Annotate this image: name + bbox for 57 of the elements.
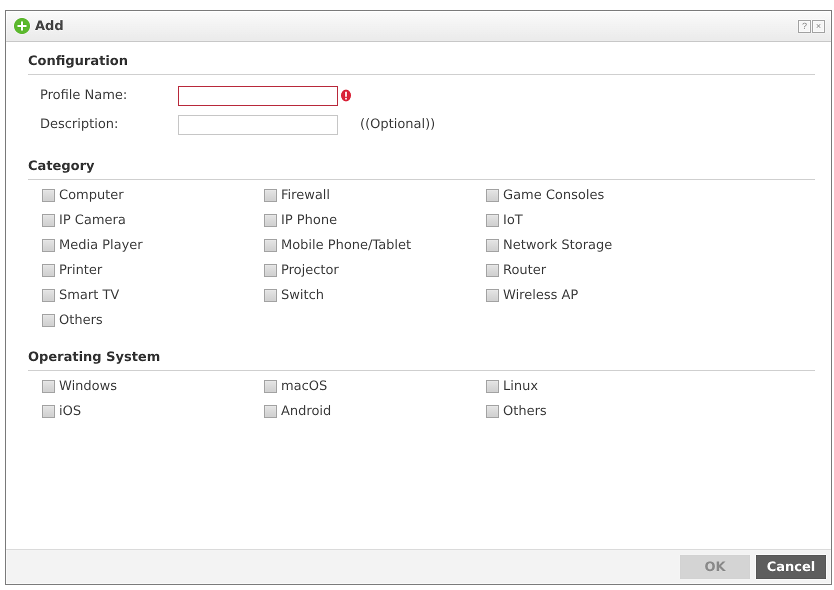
field-label: Profile Name: [40,88,128,103]
checkbox[interactable] [42,214,55,227]
section-heading: Operating System [28,346,815,371]
checkbox[interactable] [486,189,499,202]
checkbox-label: Media Player [59,238,143,253]
checkbox-label: Printer [59,263,102,278]
checkbox-label: Wireless AP [503,288,578,303]
checkbox[interactable] [42,314,55,327]
window-title: Add [35,18,64,34]
checkbox-label: Others [59,313,103,328]
checkbox-label: Game Consoles [503,188,604,203]
checkbox-label: IoT [503,213,523,228]
checkbox[interactable] [42,264,55,277]
input-field[interactable] [178,86,338,106]
checkbox-label: Android [281,404,332,419]
field-label: Description: [40,117,120,132]
checkbox-label: iOS [59,404,82,419]
field-note: ((Optional)) [360,117,436,132]
checkbox[interactable] [486,405,499,418]
checkbox-label: Firewall [281,188,330,203]
checkbox-label: Projector [281,263,339,278]
checkbox[interactable] [264,239,277,252]
section-heading: Configuration [28,50,815,75]
checkbox[interactable] [486,239,499,252]
checkbox-label: IP Phone [281,213,338,228]
help-button[interactable]: ? [798,20,811,32]
checkbox[interactable] [486,214,499,227]
checkbox[interactable] [264,214,277,227]
checkbox[interactable] [264,189,277,202]
checkbox-label: IP Camera [59,213,126,228]
checkbox[interactable] [264,264,277,277]
checkbox[interactable] [486,380,499,393]
checkbox[interactable] [264,380,277,393]
checkbox[interactable] [42,405,55,418]
checkbox[interactable] [42,380,55,393]
checkbox[interactable] [486,264,499,277]
error-icon [341,89,351,102]
checkbox-label: macOS [281,379,328,394]
checkbox-label: Computer [59,188,124,203]
checkbox-label: Linux [503,379,538,394]
add-icon [14,18,30,34]
checkbox[interactable] [42,189,55,202]
cancel-button[interactable]: Cancel [756,555,826,579]
checkbox-label: Switch [281,288,324,303]
checkbox[interactable] [264,405,277,418]
checkbox[interactable] [486,289,499,302]
checkbox[interactable] [264,289,277,302]
checkbox-label: Mobile Phone/Tablet [281,238,412,253]
close-button[interactable]: × [812,20,825,32]
checkbox[interactable] [42,239,55,252]
section-heading: Category [28,155,815,180]
checkbox-label: Router [503,263,546,278]
checkbox-label: Smart TV [59,288,120,303]
checkbox-label: Windows [59,379,118,394]
checkbox-label: Others [503,404,547,419]
checkbox[interactable] [42,289,55,302]
checkbox-label: Network Storage [503,238,612,253]
